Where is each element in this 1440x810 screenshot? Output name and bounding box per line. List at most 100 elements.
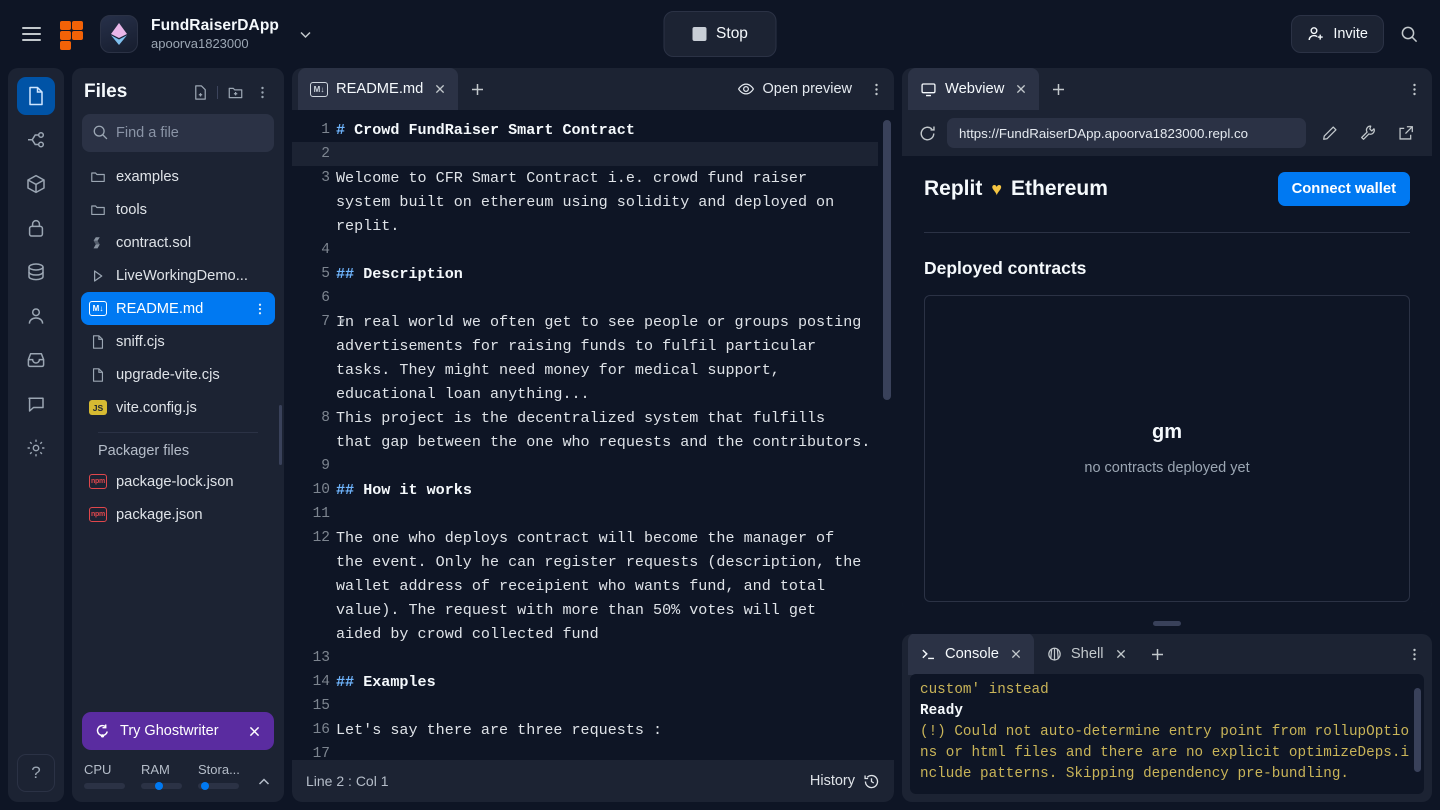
rail-item-database[interactable] <box>17 253 55 291</box>
history-button[interactable]: History <box>810 773 880 790</box>
files-header-actions <box>188 80 274 104</box>
npm-icon: npm <box>89 474 107 489</box>
external-link-icon[interactable] <box>1392 119 1420 147</box>
file-row-liveworkingdemo[interactable]: LiveWorkingDemo... <box>81 259 275 292</box>
code-line: Welcome to CFR Smart Contract i.e. crowd… <box>336 166 878 190</box>
code-token: educational loan anything... <box>336 385 590 403</box>
line-number <box>292 598 336 622</box>
close-icon[interactable] <box>247 724 262 739</box>
url-input[interactable]: https://FundRaiserDApp.apoorva1823000.re… <box>947 118 1306 148</box>
line-number <box>292 334 336 358</box>
resource-cpu[interactable]: CPU <box>84 762 141 789</box>
new-tab-icon[interactable] <box>462 74 492 104</box>
ghostwriter-icon <box>94 723 111 740</box>
rail-item-secrets[interactable] <box>17 209 55 247</box>
open-preview-button[interactable]: Open preview <box>729 74 860 104</box>
line-number <box>292 430 336 454</box>
tab-console[interactable]: Console <box>908 634 1034 675</box>
resource-meters: CPU RAM Stora... <box>72 754 284 802</box>
chevron-up-icon[interactable] <box>256 762 272 790</box>
pencil-icon[interactable] <box>1316 119 1344 147</box>
divider <box>924 232 1410 233</box>
rail-item-account[interactable] <box>17 297 55 335</box>
rail-item-files[interactable] <box>17 77 55 115</box>
file-row-package-lock-json[interactable]: npm package-lock.json <box>81 465 275 498</box>
line-number: 11 <box>292 502 336 526</box>
reload-icon[interactable] <box>918 124 937 143</box>
connect-wallet-button[interactable]: Connect wallet <box>1278 172 1410 206</box>
close-icon[interactable] <box>433 82 447 96</box>
tab-shell[interactable]: Shell <box>1034 634 1139 675</box>
invite-button[interactable]: Invite <box>1291 15 1384 53</box>
rail-item-settings[interactable] <box>17 429 55 467</box>
console-output[interactable]: custom' instead Ready (!) Could not auto… <box>910 674 1424 794</box>
js-icon: JS <box>89 400 107 415</box>
code-content[interactable]: # Crowd FundRaiser Smart Contract Welcom… <box>336 110 894 760</box>
new-tab-icon[interactable] <box>1043 74 1073 104</box>
close-icon[interactable] <box>1014 82 1028 96</box>
resource-dot <box>201 782 209 790</box>
kebab-menu-icon[interactable] <box>253 302 267 316</box>
file-row-sniff-cjs[interactable]: sniff.cjs <box>81 325 275 358</box>
chevron-down-icon[interactable] <box>297 26 314 43</box>
stop-button[interactable]: Stop <box>664 11 777 57</box>
replit-logo-icon[interactable] <box>58 19 88 49</box>
file-label: package-lock.json <box>116 474 234 490</box>
code-line: # Crowd FundRaiser Smart Contract <box>336 118 878 142</box>
kebab-menu-icon[interactable] <box>1402 77 1426 101</box>
new-file-icon[interactable] <box>188 80 212 104</box>
new-tab-icon[interactable] <box>1143 639 1173 669</box>
horizontal-resize-handle[interactable] <box>902 620 1432 626</box>
fold-arrow-icon[interactable]: ▼ <box>340 310 345 334</box>
kebab-menu-icon[interactable] <box>250 80 274 104</box>
tab-label: Shell <box>1071 646 1104 662</box>
code-line: system built on ethereum using solidity … <box>336 190 878 214</box>
code-token: # <box>336 121 354 139</box>
code-line: aided by crowd collected fund <box>336 622 878 646</box>
line-number: 6 <box>292 286 336 310</box>
resource-storage[interactable]: Stora... <box>198 762 255 789</box>
search-input[interactable] <box>82 114 274 152</box>
history-label: History <box>810 773 855 789</box>
code-token: system built on ethereum using solidity … <box>336 193 834 211</box>
close-icon[interactable] <box>1009 647 1023 661</box>
code-token: value). The request with more than 50% v… <box>336 601 816 619</box>
wrench-icon[interactable] <box>1354 119 1382 147</box>
kebab-menu-icon[interactable] <box>864 77 888 101</box>
file-row-tools[interactable]: tools <box>81 193 275 226</box>
kebab-menu-icon[interactable] <box>1402 642 1426 666</box>
file-row-examples[interactable]: examples <box>81 160 275 193</box>
file-row-vite-config-js[interactable]: JS vite.config.js <box>81 391 275 424</box>
resource-track <box>84 783 125 789</box>
editor-scrollbar[interactable] <box>883 120 891 400</box>
search-icon[interactable] <box>1392 17 1426 51</box>
try-ghostwriter-button[interactable]: Try Ghostwriter <box>82 712 274 750</box>
packager-files-title: Packager files <box>81 437 275 465</box>
editor-statusbar: Line 2 : Col 1 History <box>292 760 894 802</box>
rail-item-chat[interactable] <box>17 385 55 423</box>
hamburger-icon[interactable] <box>14 17 48 51</box>
rail-item-packages[interactable] <box>17 165 55 203</box>
file-tree: examples tools <box>72 160 284 712</box>
editor-panel: M↓ README.md <box>292 68 894 802</box>
tab-webview[interactable]: Webview <box>908 68 1039 110</box>
markdown-icon: M↓ <box>310 82 328 97</box>
stop-label: Stop <box>716 25 748 43</box>
console-scrollbar[interactable] <box>1414 688 1421 772</box>
file-row-upgrade-vite-cjs[interactable]: upgrade-vite.cjs <box>81 358 275 391</box>
help-button[interactable]: ? <box>17 754 55 792</box>
cursor-position: Line 2 : Col 1 <box>306 773 389 789</box>
code-editor[interactable]: 1234567▼891011121314151617 # Crowd FundR… <box>292 110 894 760</box>
file-row-package-json[interactable]: npm package.json <box>81 498 275 531</box>
close-icon[interactable] <box>1114 647 1128 661</box>
resource-ram[interactable]: RAM <box>141 762 198 789</box>
rail-item-git[interactable] <box>17 121 55 159</box>
line-number <box>292 382 336 406</box>
rail-item-inbox[interactable] <box>17 341 55 379</box>
file-row-contract-sol[interactable]: contract.sol <box>81 226 275 259</box>
new-folder-icon[interactable] <box>223 80 247 104</box>
code-line: The one who deploys contract will become… <box>336 526 878 550</box>
panel-resize-handle[interactable] <box>279 405 282 465</box>
tab-readme-md[interactable]: M↓ README.md <box>298 68 458 110</box>
file-row-readme-md[interactable]: M↓ README.md <box>81 292 275 325</box>
